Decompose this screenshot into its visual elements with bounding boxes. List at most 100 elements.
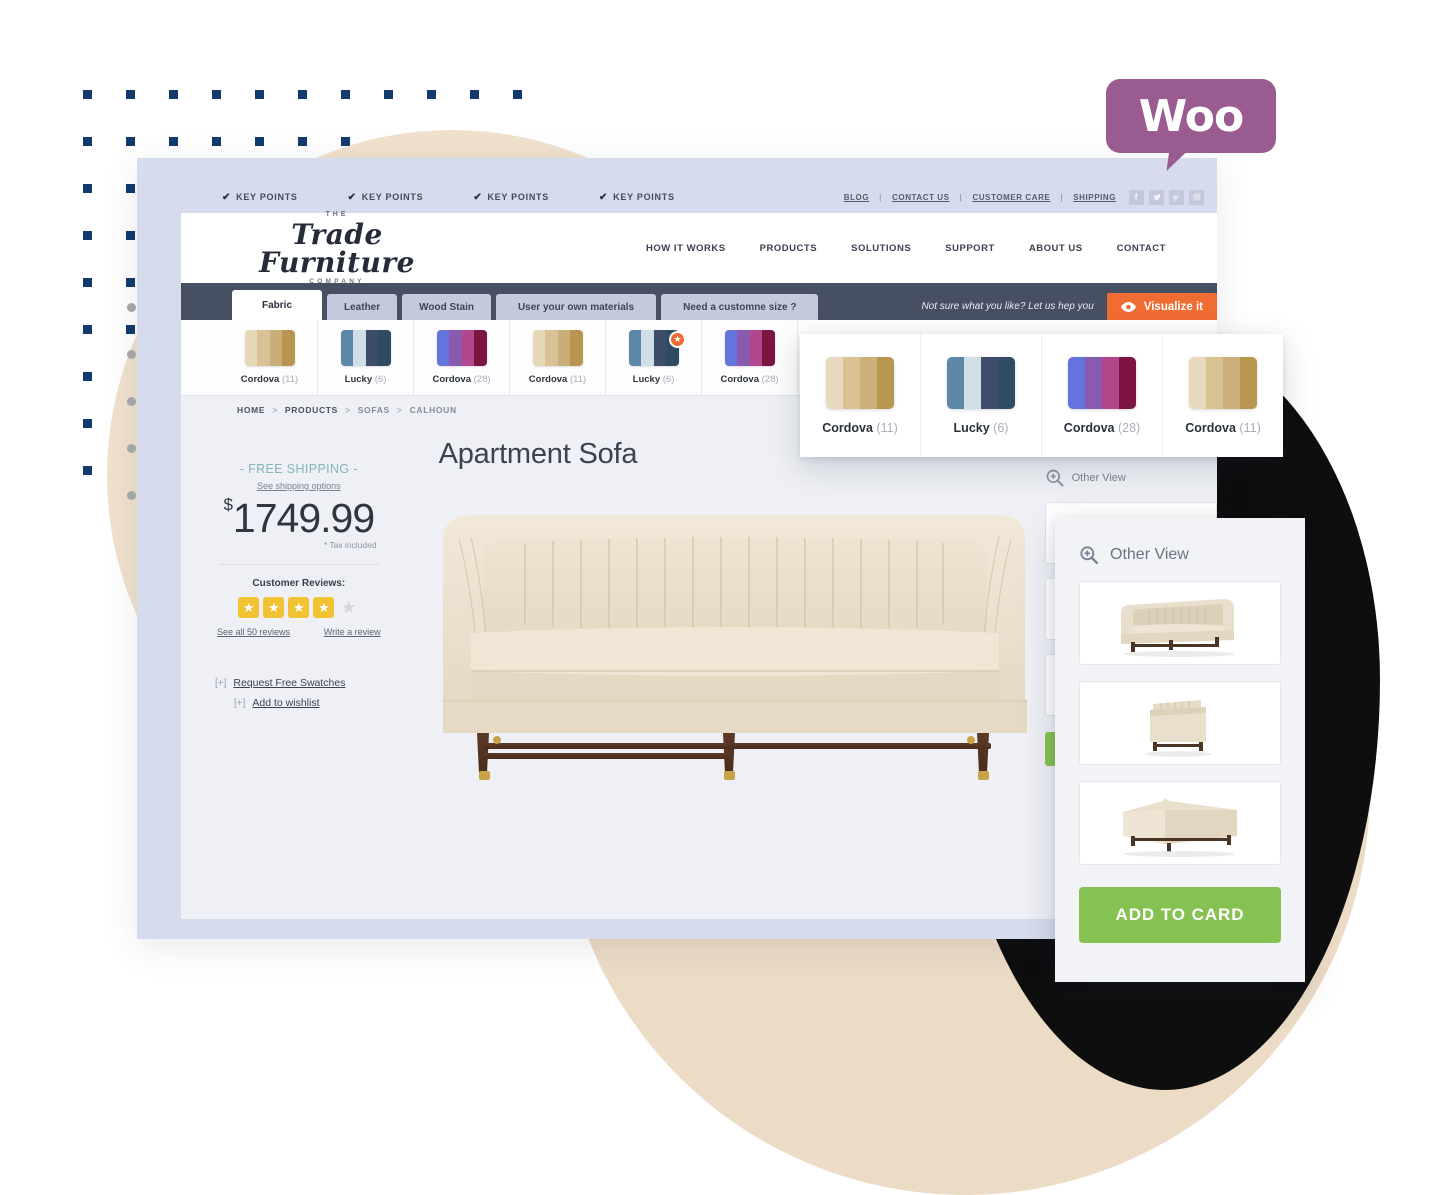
decorative-dot [169,90,178,99]
other-view-panel: Other View ADD TO CARD [1055,518,1305,982]
other-view-header-background[interactable]: Other View [1045,468,1217,488]
check-icon: ✔ [473,191,483,203]
visualize-it-button[interactable]: Visualize it [1106,293,1217,320]
overlay-swatch-label: Cordova (11) [822,420,898,435]
overlay-swatch-item[interactable]: Cordova (28) [1042,334,1163,457]
nav-item-solutions[interactable]: SOLUTIONS [851,243,911,254]
site-header: THE Trade Furniture COMPANY HOW IT WORKS… [181,211,1217,286]
site-logo[interactable]: THE Trade Furniture COMPANY [222,211,452,286]
decorative-dot [127,444,136,453]
decorative-dot [341,90,350,99]
rating-star-filled[interactable]: ★ [313,597,335,618]
thumbnail-sofa-back-angle[interactable] [1079,781,1281,865]
visualize-it-label: Visualize it [1143,300,1203,313]
decorative-dot [255,90,264,99]
rating-star-filled[interactable]: ★ [288,597,310,618]
add-to-wishlist-row[interactable]: [+] Add to wishlist [215,697,383,709]
breadcrumb-item-sofas[interactable]: SOFAS [358,405,390,415]
request-free-swatches-link[interactable]: Request Free Swatches [233,677,345,689]
nav-item-about-us[interactable]: ABOUT US [1029,243,1083,254]
fabric-swatch-item[interactable]: Cordova (28) [414,319,510,396]
fabric-swatch-item[interactable]: Cordova (11) [222,319,318,396]
utility-link-contact-us[interactable]: CONTACT US [892,193,949,202]
twitter-icon[interactable] [1149,189,1164,205]
plus-icon: [+] [215,677,227,689]
rating-star-filled[interactable]: ★ [263,597,285,618]
nav-item-support[interactable]: SUPPORT [945,243,995,254]
overlay-swatch-chip [1068,356,1136,409]
decorative-dot [470,90,479,99]
overlay-swatch-item[interactable]: Cordova (11) [1163,334,1283,457]
check-icon: ✔ [599,191,609,203]
magnifier-plus-icon-small [1046,469,1064,487]
overlay-swatch-item[interactable]: Cordova (11) [800,334,921,457]
rating-star-filled[interactable]: ★ [238,597,260,618]
product-actions: [+] Request Free Swatches [+] Add to wis… [215,677,383,709]
google-plus-icon[interactable]: g + [1169,189,1184,205]
fabric-swatch-label: Cordova (11) [528,374,587,385]
request-free-swatches-row[interactable]: [+] Request Free Swatches [215,677,383,689]
see-shipping-options-link[interactable]: See shipping options [215,481,383,491]
add-to-cart-button[interactable]: ADD TO CARD [1079,887,1281,943]
tab-leather[interactable]: Leather [327,294,398,320]
thumbnail-sofa-front-angle[interactable] [1079,581,1281,665]
fabric-swatch-item[interactable]: Lucky (6) ★ [606,319,702,396]
tab-use-your-own-materials[interactable]: User your own materials [495,294,657,320]
tab-need-a-custom-size[interactable]: Need a customne size ? [661,294,819,320]
fabric-swatch-chip [436,330,487,366]
plus-icon: [+] [234,697,246,709]
utility-link-customer-care[interactable]: CUSTOMER CARE [973,193,1051,202]
featured-star-badge: ★ [669,330,686,348]
breadcrumb-separator: > [396,405,403,415]
decorative-dot [83,325,92,334]
fabric-swatch-item[interactable]: Lucky (6) [318,319,414,396]
add-to-wishlist-link[interactable]: Add to wishlist [252,697,319,709]
decorative-dot [384,90,393,99]
thumbnail-sofa-side[interactable] [1079,681,1281,765]
logo-the: THE [325,210,349,218]
product-hero-image[interactable] [425,485,1045,785]
nav-item-contact[interactable]: CONTACT [1117,243,1166,254]
fabric-swatch-item[interactable]: Cordova (28) [702,319,798,396]
write-a-review-link[interactable]: Write a review [324,627,381,637]
fabric-swatch-item[interactable]: Cordova (11) [510,319,606,396]
product-side-panel: - FREE SHIPPING - See shipping options $… [215,436,383,894]
utility-link-shipping[interactable]: SHIPPING [1073,193,1116,202]
breadcrumb-separator: > [345,405,351,415]
nav-item-how-it-works[interactable]: HOW IT WORKS [646,243,726,254]
decorative-dot [83,184,92,193]
review-links: See all 50 reviews Write a review [215,627,383,637]
decorative-dot [83,90,92,99]
breadcrumb-item-products[interactable]: PRODUCTS [285,405,338,415]
fabric-swatch-label: Cordova (11) [240,374,299,385]
utility-link-blog[interactable]: BLOG [844,193,869,202]
link-separator: | [959,192,963,202]
decorative-dot [83,466,92,475]
decorative-dot [127,350,136,359]
main-navigation: HOW IT WORKS PRODUCTS SOLUTIONS SUPPORT … [646,243,1176,254]
instagram-icon[interactable] [1189,189,1204,205]
decorative-dot [83,278,92,287]
decorative-dot [127,491,136,500]
key-point-item: ✔ KEY POINTS [473,192,549,203]
key-point-label: KEY POINTS [613,192,675,202]
decorative-dot [212,90,221,99]
rating-stars[interactable]: ★ ★ ★ ★ ★ [215,597,383,618]
breadcrumb-separator: > [272,405,278,415]
decorative-dot [83,137,92,146]
other-view-label-background: Other View [1071,472,1126,484]
rating-star-empty[interactable]: ★ [338,597,359,618]
tab-fabric[interactable]: Fabric [232,290,323,320]
see-all-reviews-link[interactable]: See all 50 reviews [217,627,290,637]
decorative-dot [83,372,92,381]
key-point-item: ✔ KEY POINTS [599,192,675,203]
fabric-swatch-chip [532,330,583,366]
overlay-swatch-item[interactable]: Lucky (6) [921,334,1042,457]
free-shipping-label: - FREE SHIPPING - [239,462,358,476]
fabric-swatch-chip [244,330,295,366]
facebook-icon[interactable]: f [1129,189,1144,205]
nav-item-products[interactable]: PRODUCTS [760,243,818,254]
tab-wood-stain[interactable]: Wood Stain [402,294,491,320]
breadcrumb-item-home[interactable]: HOME [237,405,265,415]
decorative-dot [127,303,136,312]
